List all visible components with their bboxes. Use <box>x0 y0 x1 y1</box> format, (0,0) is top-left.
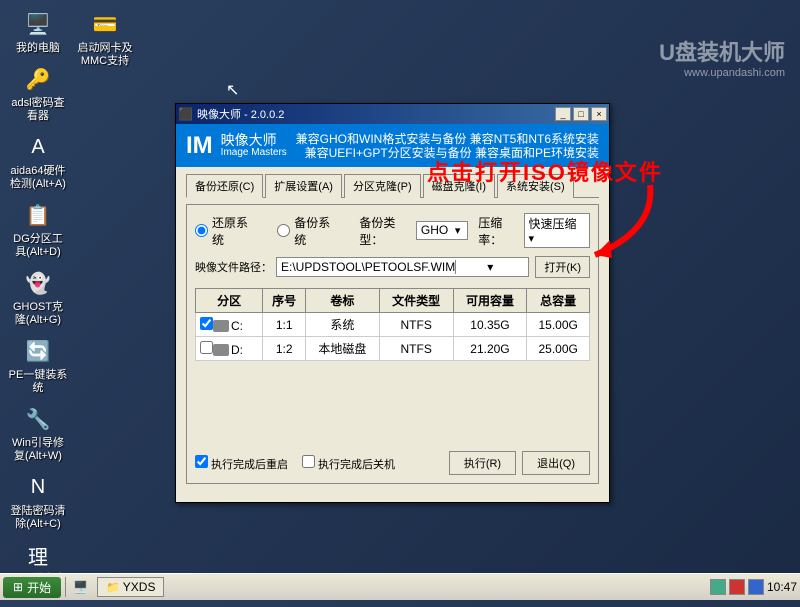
desktop-icon-glyph: 🔧 <box>22 403 54 435</box>
partition-table: 分区序号卷标文件类型可用容量总容量 C:1:1系统NTFS10.35G15.00… <box>195 288 590 361</box>
table-header: 分区 <box>196 289 263 313</box>
desktop-icon-glyph: 📋 <box>22 199 54 231</box>
start-icon: ⊞ <box>13 580 23 594</box>
restore-radio[interactable] <box>195 224 208 237</box>
desktop-icon-glyph: N <box>22 471 54 503</box>
desktop-icon-0[interactable]: 💳启动网卡及MMC支持 <box>75 8 135 68</box>
quick-launch-icon[interactable]: 🖥️ <box>73 580 88 594</box>
compress-select[interactable]: 快速压缩 ▾ <box>524 213 591 248</box>
banner-name: 映像大师 <box>221 133 287 147</box>
titlebar[interactable]: ⬛ 映像大师 - 2.0.0.2 _ □ × <box>176 104 609 124</box>
desktop-icon-7[interactable]: N登陆密码清除(Alt+C) <box>8 471 68 531</box>
desktop-icon-5[interactable]: 🔄PE一键装系统 <box>8 335 68 395</box>
start-button[interactable]: ⊞开始 <box>3 577 61 598</box>
window-title: 映像大师 - 2.0.0.2 <box>193 106 553 122</box>
banner-line1: 兼容GHO和WIN格式安装与备份 兼容NT5和NT6系统安装 <box>296 132 599 146</box>
disk-icon <box>213 320 229 332</box>
tab-4[interactable]: 系统安装(S) <box>497 174 574 198</box>
desktop-icon-label: 启动网卡及MMC支持 <box>75 42 135 68</box>
tabs: 备份还原(C)扩展设置(A)分区克隆(P)磁盘克隆(I)系统安装(S) <box>186 173 599 198</box>
execute-button[interactable]: 执行(R) <box>449 451 516 475</box>
path-input[interactable]: E:\UPDSTOOL\PETOOLSF.WIM▾ <box>276 257 529 277</box>
backup-radio[interactable] <box>277 224 290 237</box>
backup-type-label: 备份类型： <box>359 214 416 248</box>
desktop-icon-glyph: 🖥️ <box>22 8 54 40</box>
banner: IM 映像大师 Image Masters 兼容GHO和WIN格式安装与备份 兼… <box>176 124 609 167</box>
shutdown-label: 执行完成后关机 <box>318 459 395 471</box>
table-header: 卷标 <box>306 289 380 313</box>
desktop-icon-4[interactable]: 👻GHOST克隆(Alt+G) <box>8 267 68 327</box>
disk-icon <box>213 344 229 356</box>
desktop-icon-6[interactable]: 🔧Win引导修复(Alt+W) <box>8 403 68 463</box>
backup-restore-panel: 还原系统 备份系统 备份类型： GHO ▾ 压缩率： 快速压缩 ▾ 映像文件路径… <box>186 204 599 484</box>
image-masters-window: ⬛ 映像大师 - 2.0.0.2 _ □ × IM 映像大师 Image Mas… <box>175 103 610 503</box>
desktop-icon-1[interactable]: 🔑adsl密码查看器 <box>8 63 68 123</box>
maximize-button[interactable]: □ <box>573 107 589 121</box>
logo-icon: IM <box>186 132 213 160</box>
desktop-icon-glyph: 💳 <box>89 8 121 40</box>
tab-2[interactable]: 分区克隆(P) <box>344 174 421 198</box>
mouse-cursor: ↖ <box>226 80 239 100</box>
taskbar-item-yxds[interactable]: 📁 YXDS <box>97 577 164 597</box>
desktop-icon-label: PE一键装系统 <box>8 369 68 395</box>
taskbar: ⊞开始 🖥️ 📁 YXDS 10:47 <box>0 573 800 600</box>
desktop-icon-glyph: 理 <box>22 539 54 571</box>
backup-label: 备份系统 <box>294 214 339 248</box>
desktop-icon-label: 登陆密码清除(Alt+C) <box>8 505 68 531</box>
desktop-icon-label: 我的电脑 <box>8 42 68 55</box>
desktop-icon-0[interactable]: 🖥️ 我的电脑 <box>8 8 68 55</box>
table-header: 文件类型 <box>379 289 453 313</box>
shutdown-checkbox[interactable] <box>302 455 315 468</box>
tab-1[interactable]: 扩展设置(A) <box>265 174 342 198</box>
table-row[interactable]: C:1:1系统NTFS10.35G15.00G <box>196 313 590 337</box>
restart-checkbox[interactable] <box>195 455 208 468</box>
desktop-icon-3[interactable]: 📋DG分区工具(Alt+D) <box>8 199 68 259</box>
desktop-icon-label: DG分区工具(Alt+D) <box>8 233 68 259</box>
restore-label: 还原系统 <box>212 214 257 248</box>
backup-type-select[interactable]: GHO ▾ <box>416 221 468 240</box>
table-header: 可用容量 <box>453 289 527 313</box>
row-checkbox[interactable] <box>200 317 213 330</box>
desktop-icon-label: Win引导修复(Alt+W) <box>8 437 68 463</box>
desktop-icon-glyph: 🔑 <box>22 63 54 95</box>
restart-label: 执行完成后重启 <box>211 459 288 471</box>
path-dropdown-icon[interactable]: ▾ <box>455 260 524 274</box>
tray-icon-2[interactable] <box>729 579 745 595</box>
tray-icon-3[interactable] <box>748 579 764 595</box>
table-header: 总容量 <box>527 289 590 313</box>
open-button[interactable]: 打开(K) <box>535 256 590 278</box>
desktop-icon-label: GHOST克隆(Alt+G) <box>8 301 68 327</box>
tray-icon-1[interactable] <box>710 579 726 595</box>
desktop-icon-label: aida64硬件检测(Alt+A) <box>8 165 68 191</box>
desktop-icon-glyph: 🔄 <box>22 335 54 367</box>
minimize-button[interactable]: _ <box>555 107 571 121</box>
desktop-icon-glyph: A <box>22 131 54 163</box>
banner-line2: 兼容UEFI+GPT分区安装与备份 兼容桌面和PE环境安装 <box>296 146 599 160</box>
tab-3[interactable]: 磁盘克隆(I) <box>423 174 495 198</box>
app-icon: ⬛ <box>178 107 193 121</box>
table-header: 序号 <box>263 289 306 313</box>
tab-0[interactable]: 备份还原(C) <box>186 174 263 198</box>
clock[interactable]: 10:47 <box>767 580 797 594</box>
desktop-icon-glyph: 👻 <box>22 267 54 299</box>
desktop-icon-2[interactable]: Aaida64硬件检测(Alt+A) <box>8 131 68 191</box>
exit-button[interactable]: 退出(Q) <box>522 451 590 475</box>
close-button[interactable]: × <box>591 107 607 121</box>
path-label: 映像文件路径： <box>195 259 272 275</box>
compress-label: 压缩率： <box>478 214 523 248</box>
table-row[interactable]: D:1:2本地磁盘NTFS21.20G25.00G <box>196 337 590 361</box>
banner-sub: Image Masters <box>221 147 287 158</box>
watermark: U盘装机大师 www.upandashi.com <box>659 35 785 79</box>
row-checkbox[interactable] <box>200 341 213 354</box>
desktop-icon-label: adsl密码查看器 <box>8 97 68 123</box>
